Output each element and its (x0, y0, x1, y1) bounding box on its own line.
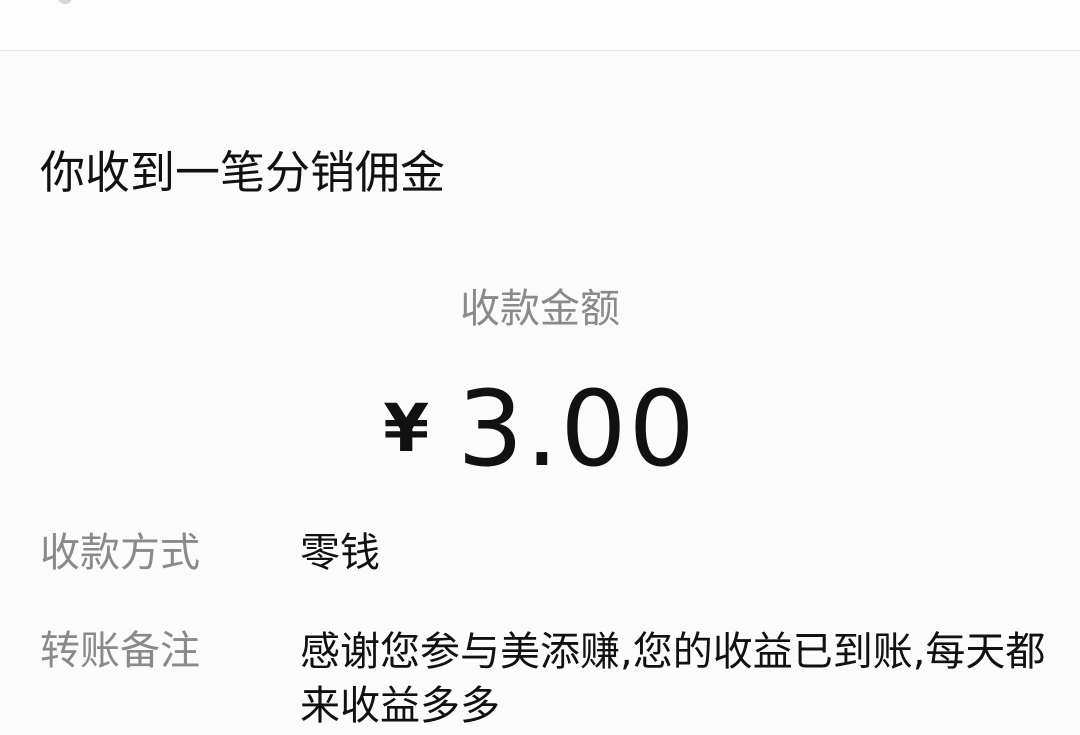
payment-method-label: 收款方式 (40, 530, 200, 576)
transfer-note-label: 转账备注 (40, 628, 200, 674)
payment-method-value: 零钱 (300, 530, 380, 576)
amount-display: ¥3.00 (0, 374, 1080, 484)
amount-label: 收款金额 (460, 286, 620, 332)
payment-notification-card: 你收到一笔分销佣金 收款金额 ¥3.00 收款方式 零钱 转账备注 感谢您参与美… (0, 51, 1080, 735)
currency-symbol: ¥ (383, 390, 430, 467)
avatar (58, 0, 72, 4)
amount-value: 3.00 (457, 368, 697, 490)
transfer-note-value: 感谢您参与美添赚,您的收益已到账,每天都来收益多多 (300, 629, 1046, 729)
notification-title: 你收到一笔分销佣金 (40, 146, 446, 199)
top-bar (0, 0, 1080, 51)
